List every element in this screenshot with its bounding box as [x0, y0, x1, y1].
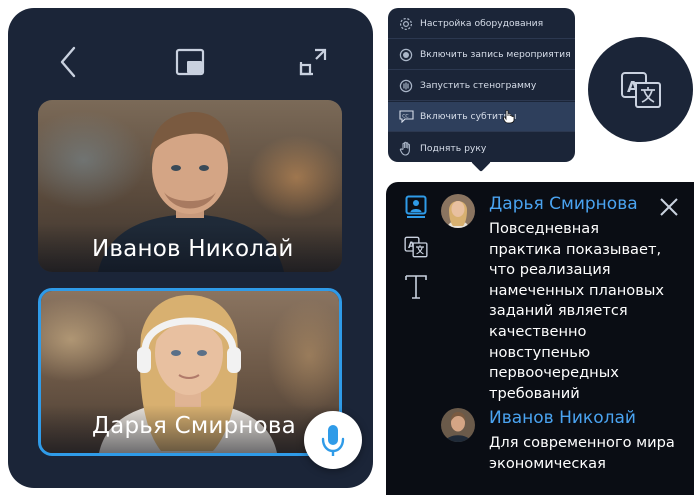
text-format-icon [405, 275, 427, 299]
active-participant-video-tile[interactable]: Дарья Смирнова [38, 288, 342, 456]
subtitles-panel: A Дарья Смирнова Повседневная практика п… [386, 182, 694, 495]
participant-name-overlay: Дарья Смирнова [41, 405, 339, 453]
translate-button[interactable]: A [588, 37, 693, 142]
picture-in-picture-icon [175, 48, 205, 76]
settings-icon [398, 16, 414, 32]
menu-item-raise-hand[interactable]: Поднять руку [388, 133, 575, 163]
menu-item-label: Включить субтитры [420, 111, 517, 122]
speaker-name: Дарья Смирнова [489, 194, 638, 214]
close-icon [660, 198, 678, 216]
call-options-menu: Настройка оборудования Включить запись м… [388, 8, 575, 162]
expand-icon [299, 48, 327, 76]
menu-item-enable-subtitles[interactable]: CC Включить субтитры [388, 102, 575, 132]
speaker-name: Иванов Николай [489, 408, 636, 428]
participant-name: Дарья Смирнова [92, 413, 296, 439]
microphone-button[interactable] [304, 411, 362, 469]
menu-item-hardware-settings[interactable]: Настройка оборудования [388, 9, 575, 39]
translate-icon: A [620, 71, 661, 108]
fullscreen-button[interactable] [293, 42, 333, 82]
hand-pointer-cursor-icon [503, 110, 515, 124]
translate-icon: A [404, 236, 428, 258]
participant-name-overlay: Иванов Николай [38, 224, 342, 272]
menu-item-label: Настройка оборудования [420, 18, 544, 29]
menu-item-record-event[interactable]: Включить запись мероприятия [388, 40, 575, 70]
text-size-button[interactable] [403, 274, 429, 300]
subtitle-text: Повседневная практика показывает, что ре… [489, 220, 664, 402]
call-window: Иванов Николай Дарья Смирнова [8, 8, 373, 488]
speaker-icon [405, 195, 427, 218]
menu-item-label: Поднять руку [420, 142, 487, 154]
avatar [441, 408, 475, 442]
menu-item-label: Включить запись мероприятия [420, 49, 571, 60]
back-button[interactable] [48, 42, 88, 82]
subtitle-translate-button[interactable]: A [403, 234, 429, 260]
picture-in-picture-button[interactable] [170, 42, 210, 82]
svg-text:CC: CC [402, 113, 408, 119]
participant-video-tile[interactable]: Иванов Николай [38, 100, 342, 272]
hand-icon [398, 140, 414, 156]
speaker-view-button[interactable] [403, 194, 429, 220]
avatar [441, 194, 475, 228]
microphone-icon [321, 425, 345, 456]
close-button[interactable] [658, 196, 680, 218]
chevron-left-icon [60, 46, 76, 78]
record-icon [398, 47, 414, 63]
menu-item-start-transcript[interactable]: Запустить стенограмму [388, 71, 575, 101]
transcript-icon [398, 78, 414, 94]
participant-name: Иванов Николай [92, 236, 294, 262]
menu-item-label: Запустить стенограмму [420, 80, 537, 91]
subtitle-text: Для современного мира экономическая [489, 434, 675, 472]
cc-icon: CC [398, 109, 414, 125]
